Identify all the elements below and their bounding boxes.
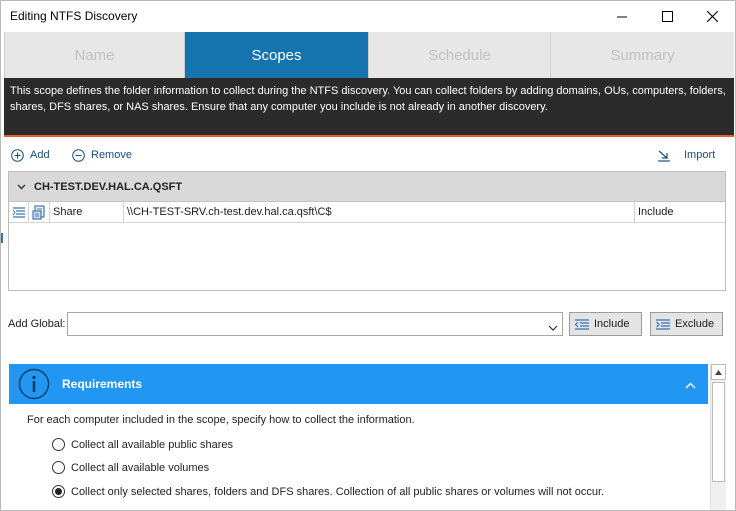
add-button[interactable]: Add	[11, 147, 50, 163]
minimize-icon	[617, 16, 627, 17]
import-button[interactable]: Import	[657, 147, 715, 163]
splitter-marker	[1, 233, 3, 243]
remove-button[interactable]: Remove	[72, 147, 132, 163]
accent-divider	[4, 135, 734, 137]
close-icon	[706, 11, 718, 22]
radio-public-shares[interactable]: Collect all available public shares	[52, 438, 233, 451]
scroll-up-button[interactable]	[711, 364, 726, 380]
radio-dot	[55, 488, 62, 495]
exclude-button[interactable]: Exclude	[650, 312, 723, 336]
requirements-text: For each computer included in the scope,…	[27, 414, 415, 426]
table-row[interactable]: Share \\CH-TEST-SRV.ch-test.dev.hal.ca.q…	[9, 201, 725, 223]
row-path: \\CH-TEST-SRV.ch-test.dev.hal.ca.qsft\C$	[124, 201, 635, 223]
maximize-icon	[661, 11, 673, 22]
scope-group-header[interactable]: CH-TEST.DEV.HAL.CA.QSFT	[9, 172, 725, 202]
tab-scopes[interactable]: Scopes	[185, 32, 369, 78]
exclude-list-icon	[656, 318, 670, 330]
radio-all-volumes[interactable]: Collect all available volumes	[52, 461, 209, 474]
scroll-up-icon	[715, 369, 722, 375]
close-button[interactable]	[689, 1, 735, 32]
maximize-button[interactable]	[644, 1, 690, 32]
info-circle-icon	[18, 368, 50, 400]
editing-ntfs-discovery-window: Editing NTFS Discovery Name Scopes Sched…	[0, 0, 736, 511]
row-action[interactable]: Include	[635, 202, 725, 223]
tab-summary[interactable]: Summary	[551, 32, 734, 78]
include-button[interactable]: Include	[569, 312, 642, 336]
list-settings-icon	[12, 207, 25, 218]
chevron-down-icon[interactable]	[548, 320, 558, 334]
remove-label: Remove	[91, 149, 132, 161]
radio-selected-shares[interactable]: Collect only selected shares, folders an…	[52, 485, 604, 498]
radio-label: Collect all available volumes	[71, 461, 210, 474]
scope-list: CH-TEST.DEV.HAL.CA.QSFT Share \\CH-TEST-…	[8, 171, 726, 291]
wizard-tabs: Name Scopes Schedule Summary	[4, 32, 734, 78]
radio-button-selected[interactable]	[52, 485, 65, 498]
share-icon	[32, 205, 44, 219]
radio-button[interactable]	[52, 438, 65, 451]
tab-schedule[interactable]: Schedule	[369, 32, 551, 78]
minimize-button[interactable]	[599, 1, 645, 32]
row-options-cell[interactable]	[9, 201, 29, 223]
radio-label: Collect all available public shares	[71, 438, 234, 451]
requirements-body: For each computer included in the scope,…	[9, 404, 708, 510]
chevron-up-icon[interactable]	[685, 378, 696, 392]
requirements-header[interactable]: Requirements	[9, 364, 708, 404]
minus-circle-icon	[72, 148, 85, 162]
chevron-down-icon[interactable]	[17, 184, 26, 190]
scope-description: This scope defines the folder informatio…	[4, 78, 734, 135]
row-type-icon-cell	[29, 201, 50, 223]
scope-group-title: CH-TEST.DEV.HAL.CA.QSFT	[34, 180, 183, 193]
scrollbar-thumb[interactable]	[712, 382, 725, 482]
add-global-combobox[interactable]	[67, 312, 563, 336]
window-title: Editing NTFS Discovery	[10, 9, 138, 23]
plus-circle-icon	[11, 148, 24, 162]
radio-button[interactable]	[52, 461, 65, 474]
vertical-scrollbar[interactable]	[710, 364, 726, 510]
include-list-icon	[574, 318, 589, 330]
add-label: Add	[30, 149, 50, 161]
row-type: Share	[50, 201, 124, 223]
title-bar: Editing NTFS Discovery	[1, 1, 735, 32]
tab-name[interactable]: Name	[4, 32, 185, 78]
import-arrow-icon	[658, 150, 670, 162]
exclude-label: Exclude	[675, 318, 715, 330]
include-label: Include	[594, 318, 630, 330]
add-global-label: Add Global:	[8, 318, 66, 330]
import-label: Import	[684, 149, 716, 161]
requirements-title: Requirements	[62, 377, 143, 391]
radio-label: Collect only selected shares, folders an…	[71, 485, 605, 498]
